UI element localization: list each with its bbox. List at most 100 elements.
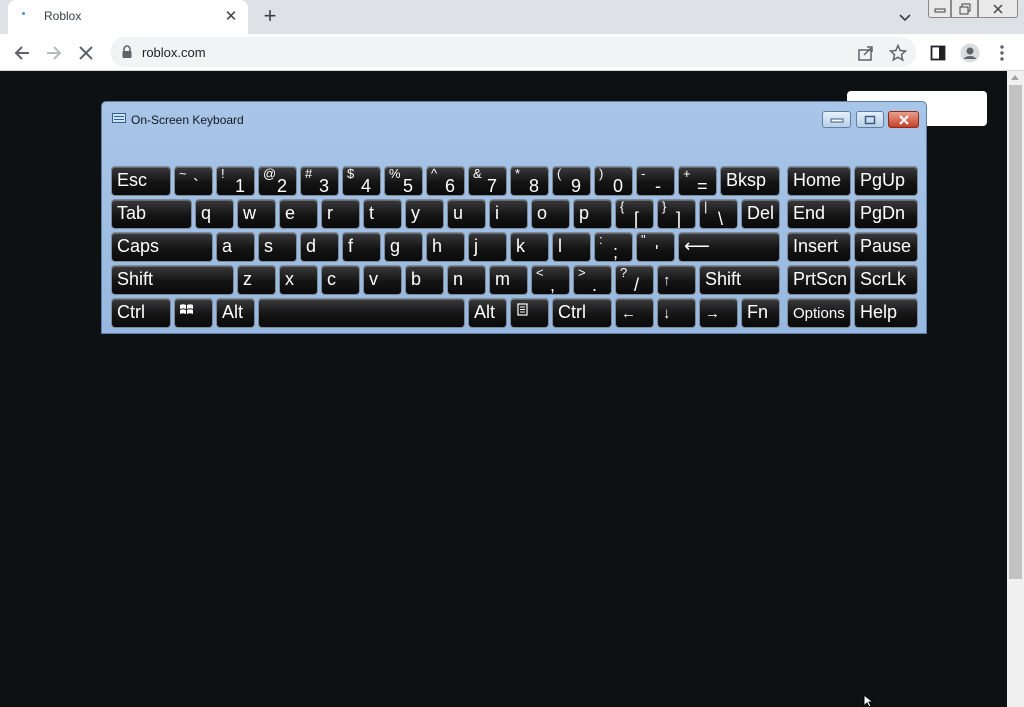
- key-h[interactable]: h: [426, 232, 465, 262]
- key-right-arrow[interactable]: →: [699, 298, 738, 328]
- key-m[interactable]: m: [489, 265, 528, 295]
- key-semicolon[interactable]: :;: [594, 232, 633, 262]
- key-r[interactable]: r: [321, 199, 360, 229]
- key-slash[interactable]: ? /: [615, 265, 654, 295]
- key-j[interactable]: j: [468, 232, 507, 262]
- key-b[interactable]: b: [405, 265, 444, 295]
- key-backtick[interactable]: ~ `: [174, 166, 213, 196]
- key-t[interactable]: t: [363, 199, 402, 229]
- key-end[interactable]: End: [787, 199, 851, 229]
- forward-button[interactable]: [42, 41, 66, 65]
- key-tab[interactable]: Tab: [111, 199, 192, 229]
- address-bar[interactable]: roblox.com: [110, 37, 916, 67]
- profile-button[interactable]: [958, 41, 982, 65]
- key-equals[interactable]: + =: [678, 166, 717, 196]
- side-panel-button[interactable]: [926, 41, 950, 65]
- key-f[interactable]: f: [342, 232, 381, 262]
- key-n[interactable]: n: [447, 265, 486, 295]
- scroll-up-arrow-icon[interactable]: [1011, 75, 1019, 80]
- key-right-bracket[interactable]: }]: [657, 199, 696, 229]
- browser-tab[interactable]: Roblox ✕: [8, 0, 248, 34]
- tab-close-icon[interactable]: ✕: [222, 8, 240, 26]
- key-p[interactable]: p: [573, 199, 612, 229]
- key-z[interactable]: z: [237, 265, 276, 295]
- help-button[interactable]: Help: [854, 298, 918, 328]
- key-pgup[interactable]: PgUp: [854, 166, 918, 196]
- key-0[interactable]: ) 0: [594, 166, 633, 196]
- key-l[interactable]: l: [552, 232, 591, 262]
- key-3[interactable]: #3: [300, 166, 339, 196]
- new-tab-button[interactable]: +: [258, 5, 282, 29]
- key-2[interactable]: @2: [258, 166, 297, 196]
- key-scrlk[interactable]: ScrLk: [854, 265, 918, 295]
- key-left-shift[interactable]: Shift: [111, 265, 234, 295]
- key-right-alt[interactable]: Alt: [468, 298, 507, 328]
- back-button[interactable]: [10, 41, 34, 65]
- key-down-arrow[interactable]: ↓: [657, 298, 696, 328]
- osk-title-bar[interactable]: On-Screen Keyboard: [102, 102, 926, 132]
- key-x[interactable]: x: [279, 265, 318, 295]
- key-s[interactable]: s: [258, 232, 297, 262]
- key-7[interactable]: & 7: [468, 166, 507, 196]
- options-button[interactable]: Options: [787, 298, 851, 328]
- bookmark-button[interactable]: [886, 41, 910, 65]
- key-left-bracket[interactable]: {[: [615, 199, 654, 229]
- key-o[interactable]: o: [531, 199, 570, 229]
- key-9[interactable]: (9: [552, 166, 591, 196]
- tab-search-button[interactable]: [893, 8, 917, 28]
- key-enter[interactable]: ⟵: [678, 232, 780, 262]
- key-period[interactable]: >.: [573, 265, 612, 295]
- key-right-ctrl[interactable]: Ctrl: [552, 298, 612, 328]
- key-5[interactable]: % 5: [384, 166, 423, 196]
- window-close-button[interactable]: [978, 0, 1018, 18]
- key-c[interactable]: c: [321, 265, 360, 295]
- key-backslash[interactable]: | \: [699, 199, 738, 229]
- key-i[interactable]: i: [489, 199, 528, 229]
- key-u[interactable]: u: [447, 199, 486, 229]
- key-up-arrow[interactable]: ↑: [657, 265, 696, 295]
- key-left-arrow[interactable]: ←: [615, 298, 654, 328]
- osk-close-button[interactable]: [888, 111, 919, 128]
- key-6[interactable]: ^ 6: [426, 166, 465, 196]
- key-k[interactable]: k: [510, 232, 549, 262]
- key-caps[interactable]: Caps: [111, 232, 213, 262]
- osk-minimize-button[interactable]: [822, 111, 851, 128]
- stop-loading-button[interactable]: [74, 41, 98, 65]
- key-e[interactable]: e: [279, 199, 318, 229]
- key-1[interactable]: ! 1: [216, 166, 255, 196]
- key-pause[interactable]: Pause: [854, 232, 918, 262]
- key-4[interactable]: $4: [342, 166, 381, 196]
- key-w[interactable]: w: [237, 199, 276, 229]
- key-del[interactable]: Del: [741, 199, 780, 229]
- key-a[interactable]: a: [216, 232, 255, 262]
- key-d[interactable]: d: [300, 232, 339, 262]
- key-menu[interactable]: [510, 298, 549, 328]
- share-button[interactable]: [854, 41, 878, 65]
- key-8[interactable]: * 8: [510, 166, 549, 196]
- key-prtscn[interactable]: PrtScn: [787, 265, 851, 295]
- key-y[interactable]: y: [405, 199, 444, 229]
- key-quote[interactable]: " ': [636, 232, 675, 262]
- key-left-ctrl[interactable]: Ctrl: [111, 298, 171, 328]
- browser-menu-button[interactable]: [990, 41, 1014, 65]
- key-left-alt[interactable]: Alt: [216, 298, 255, 328]
- key-pgdn[interactable]: PgDn: [854, 199, 918, 229]
- window-restore-button[interactable]: [951, 0, 978, 18]
- key-right-shift[interactable]: Shift: [699, 265, 780, 295]
- key-home[interactable]: Home: [787, 166, 851, 196]
- window-minimize-button[interactable]: [928, 0, 951, 18]
- key-minus[interactable]: --: [636, 166, 675, 196]
- key-v[interactable]: v: [363, 265, 402, 295]
- key-space[interactable]: [258, 298, 465, 328]
- scroll-thumb[interactable]: [1009, 85, 1022, 579]
- key-backspace[interactable]: Bksp: [720, 166, 780, 196]
- key-windows[interactable]: [174, 298, 213, 328]
- key-fn[interactable]: Fn: [741, 298, 780, 328]
- key-insert[interactable]: Insert: [787, 232, 851, 262]
- page-scrollbar[interactable]: [1007, 71, 1024, 707]
- key-esc[interactable]: Esc: [111, 166, 171, 196]
- key-q[interactable]: q: [195, 199, 234, 229]
- osk-maximize-button[interactable]: [856, 111, 884, 128]
- key-g[interactable]: g: [384, 232, 423, 262]
- key-comma[interactable]: <,: [531, 265, 570, 295]
